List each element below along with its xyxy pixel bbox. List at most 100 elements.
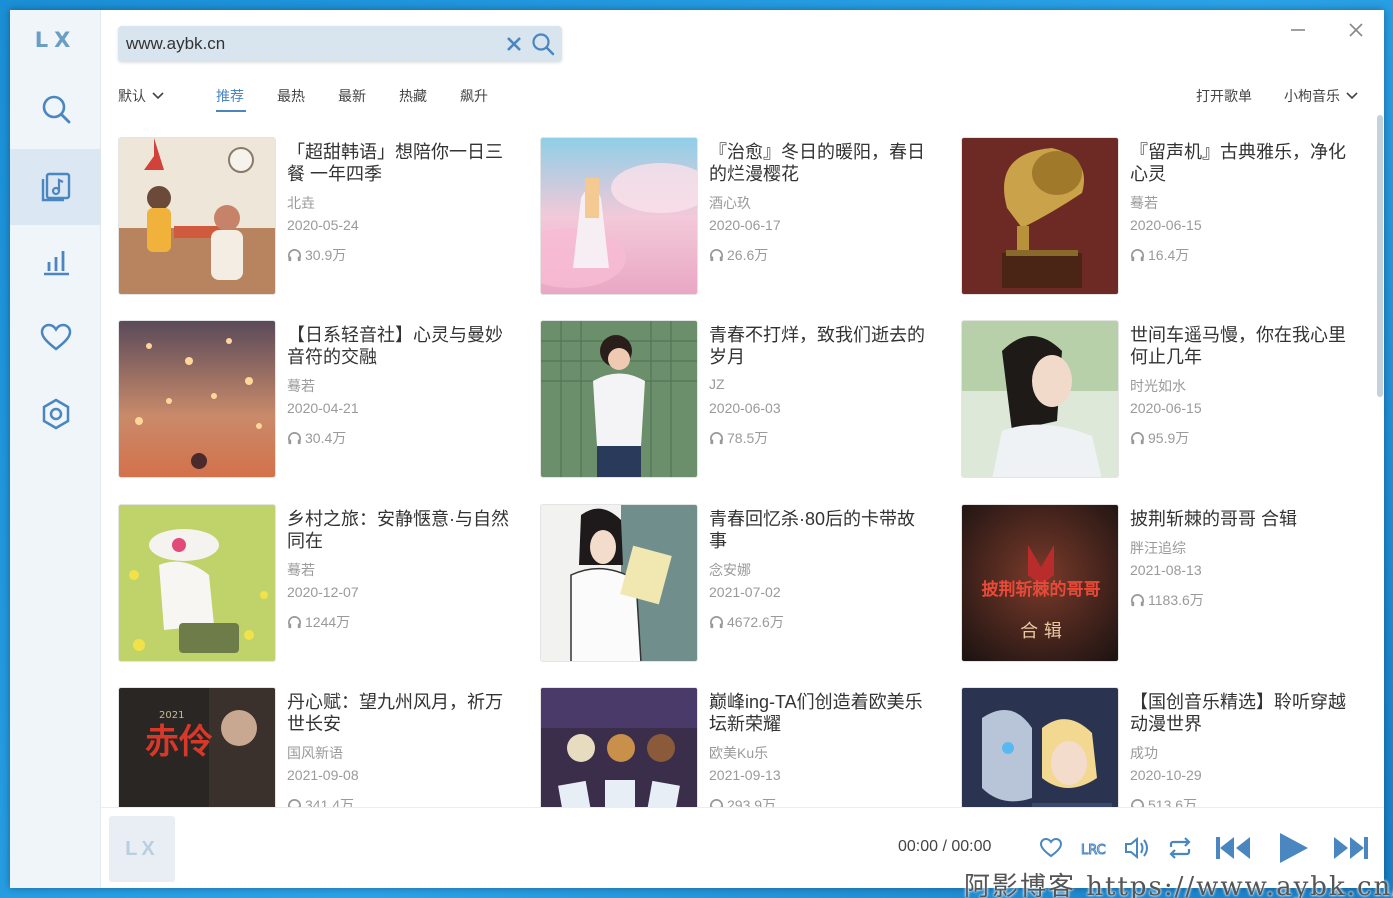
playlist-card[interactable]: 乡村之旅：安静惬意·与自然同在 蓦若 2020-12-07 1244万	[118, 504, 528, 664]
favorite-button[interactable]	[1031, 828, 1071, 868]
playlist-title: 披荆斩棘的哥哥 合辑	[1130, 509, 1298, 529]
sidebar-item-favorites[interactable]	[10, 300, 101, 376]
play-count: 30.4万	[305, 430, 347, 446]
player-time: 00:00 / 00:00	[898, 838, 992, 855]
playlist-title: 【国创音乐精选】聆听穿越动漫世界	[1130, 692, 1346, 734]
tab-rising[interactable]: 飙升	[460, 86, 488, 106]
playlist-plays: 513.6万	[1130, 795, 1197, 807]
headphones-icon	[288, 615, 301, 628]
sidebar: LX	[10, 10, 101, 888]
sort-dropdown[interactable]: 默认	[118, 86, 166, 106]
skip-next-icon	[1334, 837, 1368, 859]
loop-button[interactable]	[1160, 828, 1200, 868]
tab-newest[interactable]: 最新	[338, 86, 366, 106]
chevron-down-icon	[1346, 92, 1358, 100]
play-button[interactable]	[1273, 828, 1313, 868]
playlist-plays: 78.5万	[709, 428, 768, 448]
playlist-title: 【日系轻音社】心灵与曼妙音符的交融	[287, 325, 503, 367]
playlist-card[interactable]: 【国创音乐精选】聆听穿越动漫世界 成功 2020-10-29 513.6万	[961, 687, 1371, 807]
playlist-plays: 30.9万	[287, 245, 346, 265]
playlist-author: 时光如水	[1130, 378, 1186, 394]
play-count: 513.6万	[1148, 797, 1198, 807]
player-cover[interactable]: LX	[109, 816, 175, 882]
search-button[interactable]	[530, 31, 556, 57]
playlist-cover	[961, 137, 1119, 295]
minimize-icon[interactable]	[1286, 18, 1310, 42]
playlist-date: 2021-09-08	[287, 767, 359, 783]
playlist-title: 「超甜韩语」想陪你一日三餐 一年四季	[287, 142, 503, 184]
source-dropdown[interactable]: 小枸音乐	[1284, 86, 1360, 106]
close-icon[interactable]	[1344, 18, 1368, 42]
volume-button[interactable]	[1117, 828, 1157, 868]
music-list-icon	[41, 172, 70, 202]
headphones-icon	[710, 615, 723, 628]
playlist-card[interactable]: 世间车遥马慢，你在我心里何止几年 时光如水 2020-06-15 95.9万	[961, 320, 1371, 480]
source-label: 小枸音乐	[1284, 88, 1340, 104]
headphones-icon	[1131, 593, 1144, 606]
playlist-plays: 4672.6万	[709, 612, 784, 632]
playlist-cover	[118, 504, 276, 662]
sidebar-item-search[interactable]	[10, 71, 101, 147]
svg-text:LRC: LRC	[1081, 843, 1106, 858]
headphones-icon	[288, 798, 301, 807]
tab-hottest[interactable]: 最热	[277, 86, 305, 106]
search-input[interactable]	[126, 32, 486, 56]
playlist-card[interactable]: 『治愈』冬日的暖阳，春日的烂漫樱花 酒心玖 2020-06-17 26.6万	[540, 137, 950, 297]
playlist-plays: 26.6万	[709, 245, 768, 265]
playlist-author: 胖汪追综	[1130, 540, 1186, 556]
playlist-plays: 341.4万	[287, 795, 354, 807]
playlist-cover: 赤伶 2021	[118, 687, 276, 807]
playlist-title: 『留声机』古典雅乐，净化心灵	[1130, 142, 1346, 184]
playlist-author: JZ	[709, 376, 725, 392]
headphones-icon	[710, 248, 723, 261]
playlist-card[interactable]: 青春不打烊，致我们逝去的岁月 JZ 2020-06-03 78.5万	[540, 320, 950, 480]
play-count: 26.6万	[727, 247, 769, 263]
playlist-title: 丹心赋：望九州风月，祈万世长安	[287, 692, 503, 734]
comment-heart-icon	[1039, 837, 1063, 858]
playlist-card[interactable]: 『留声机』古典雅乐，净化心灵 蓦若 2020-06-15 16.4万	[961, 137, 1371, 297]
playlist-title: 『治愈』冬日的暖阳，春日的烂漫樱花	[709, 142, 925, 184]
tab-recommend[interactable]: 推荐	[216, 86, 244, 106]
playlist-card[interactable]: 披荆斩棘的哥哥合 辑 披荆斩棘的哥哥 合辑 胖汪追综 2021-08-13 11…	[961, 504, 1371, 664]
sidebar-item-leaderboard[interactable]	[10, 224, 101, 300]
headphones-icon	[710, 798, 723, 807]
playlist-date: 2020-06-17	[709, 217, 781, 233]
next-button[interactable]	[1331, 828, 1371, 868]
play-count: 95.9万	[1148, 430, 1190, 446]
playlist-date: 2021-07-02	[709, 584, 781, 600]
search-box	[118, 26, 562, 62]
playlist-title: 乡村之旅：安静惬意·与自然同在	[287, 509, 509, 551]
tab-hot-collected[interactable]: 热藏	[399, 86, 427, 106]
playlist-date: 2020-06-15	[1130, 217, 1202, 233]
play-count: 30.9万	[305, 247, 347, 263]
open-songlist-button[interactable]: 打开歌单	[1196, 86, 1252, 106]
playlist-cover	[961, 320, 1119, 478]
previous-button[interactable]	[1213, 828, 1253, 868]
playlist-card[interactable]: 赤伶 2021 丹心赋：望九州风月，祈万世长安 国风新语 2021-09-08 3…	[118, 687, 528, 807]
lyrics-button[interactable]: LRC	[1074, 828, 1114, 868]
scrollbar-thumb[interactable]	[1377, 115, 1383, 397]
playlist-date: 2020-05-24	[287, 217, 359, 233]
playlist-card[interactable]: 巅峰ing-TA们创造着欧美乐坛新荣耀 欧美Ku乐 2021-09-13 293…	[540, 687, 950, 807]
clear-icon[interactable]	[504, 34, 524, 54]
tab-underline	[216, 110, 246, 112]
playlist-date: 2020-06-03	[709, 400, 781, 416]
playlist-card[interactable]: 【日系轻音社】心灵与曼妙音符的交融 蓦若 2020-04-21 30.4万	[118, 320, 528, 480]
playlist-author: 念安娜	[709, 562, 751, 578]
sort-label: 默认	[118, 88, 146, 104]
playlist-cover	[961, 687, 1119, 807]
playlist-card[interactable]: 「超甜韩语」想陪你一日三餐 一年四季 北垚 2020-05-24 30.9万	[118, 137, 528, 297]
sidebar-item-settings[interactable]	[10, 376, 101, 452]
app-logo: LX	[34, 28, 77, 52]
playlist-card[interactable]: 青春回忆杀·80后的卡带故事 念安娜 2021-07-02 4672.6万	[540, 504, 950, 664]
playlist-grid: 「超甜韩语」想陪你一日三餐 一年四季 北垚 2020-05-24 30.9万 『…	[118, 137, 1382, 807]
sidebar-item-songlist[interactable]	[10, 149, 101, 225]
playlist-plays: 1244万	[287, 612, 350, 632]
playlist-date: 2021-08-13	[1130, 562, 1202, 578]
search-icon	[42, 95, 70, 124]
skip-previous-icon	[1216, 837, 1250, 859]
play-count: 1183.6万	[1148, 592, 1204, 608]
playlist-author: 国风新语	[287, 745, 343, 761]
playlist-cover	[118, 137, 276, 295]
filter-bar: 默认 推荐 最热 最新 热藏 飙升 打开歌单 小枸音乐	[118, 86, 1368, 112]
